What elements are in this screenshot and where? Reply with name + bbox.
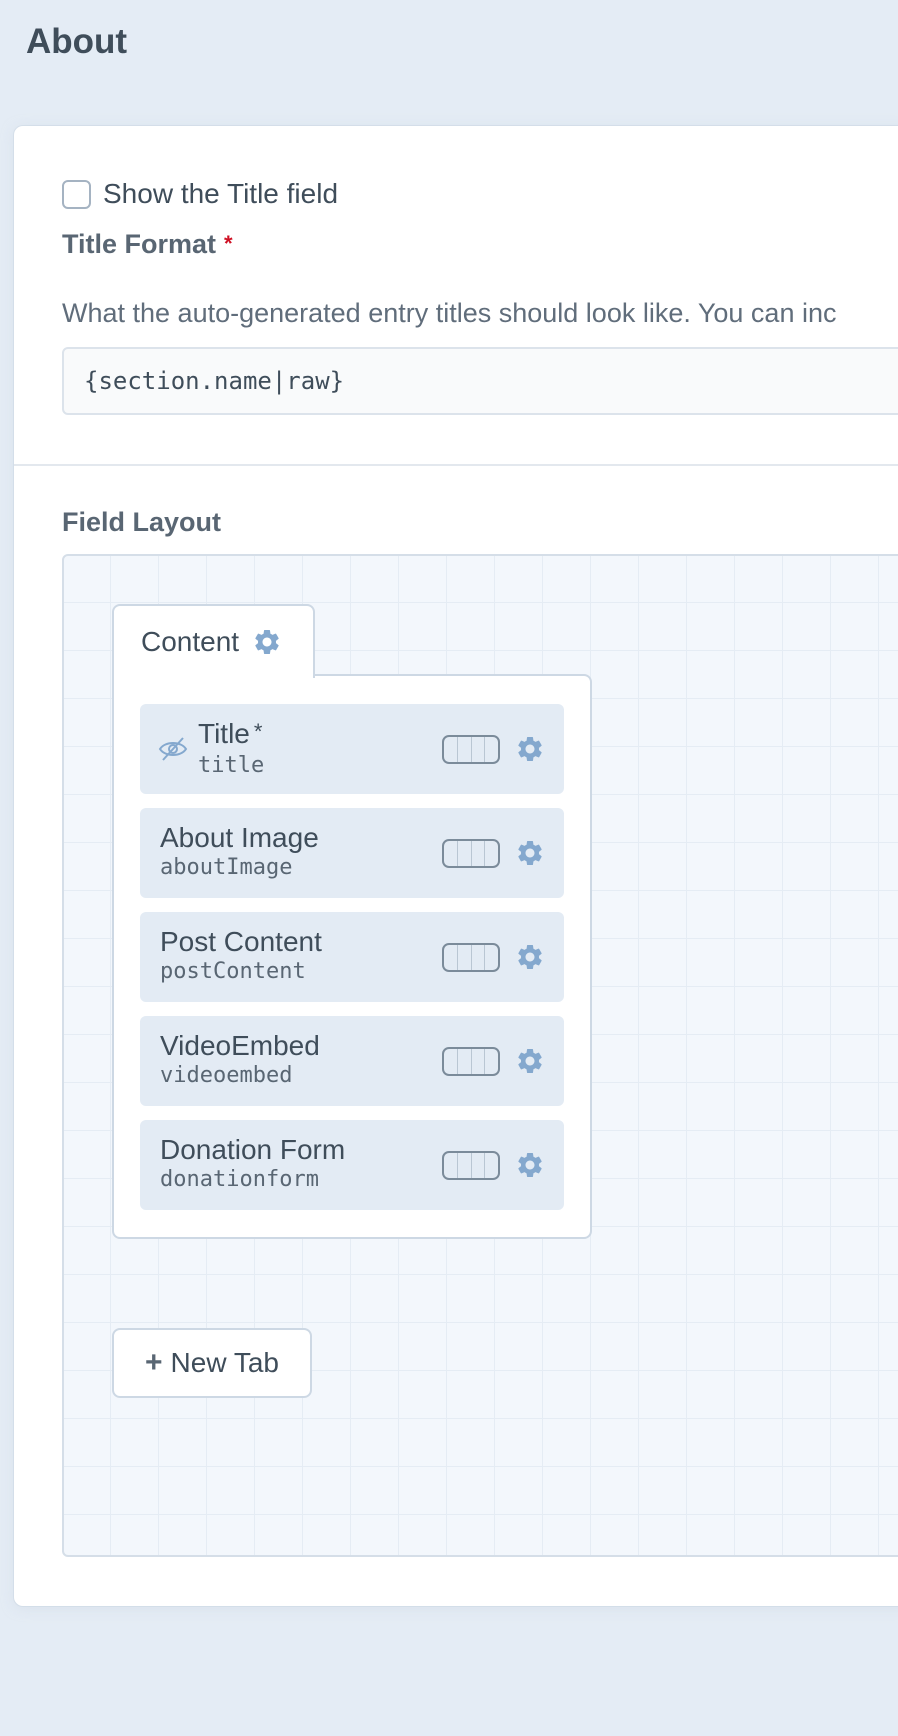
title-format-instructions: What the auto-generated entry titles sho…	[62, 298, 837, 328]
field-element-about-image[interactable]: About Image aboutImage	[140, 808, 564, 898]
gear-icon[interactable]	[515, 734, 545, 764]
field-layout-designer[interactable]: Content Title * title About Image aboutI…	[62, 554, 898, 1557]
plus-icon: +	[145, 1346, 163, 1379]
show-title-field-row[interactable]: Show the Title field	[62, 178, 338, 210]
field-element-title[interactable]: Title * title	[140, 704, 564, 794]
field-name: Post Content	[160, 926, 322, 957]
field-width-icon[interactable]	[442, 943, 500, 972]
field-layout-heading: Field Layout	[62, 507, 222, 537]
gear-icon[interactable]	[252, 627, 282, 657]
field-handle: title	[198, 753, 265, 778]
tab-content-body: Title * title About Image aboutImage Pos…	[112, 674, 592, 1239]
gear-icon[interactable]	[515, 1046, 545, 1076]
tab-content-label: Content	[141, 626, 240, 657]
eye-slash-icon	[158, 736, 188, 762]
field-element-donation-form[interactable]: Donation Form donationform	[140, 1120, 564, 1210]
field-element-videoembed[interactable]: VideoEmbed videoembed	[140, 1016, 564, 1106]
title-format-input[interactable]: {section.name|raw}	[62, 347, 898, 415]
settings-card: Show the Title field Title Format * What …	[14, 126, 898, 1606]
field-handle: aboutImage	[160, 855, 293, 880]
gear-icon[interactable]	[515, 942, 545, 972]
field-width-icon[interactable]	[442, 839, 500, 868]
field-handle: videoembed	[160, 1063, 293, 1088]
section-divider	[14, 464, 898, 466]
show-title-field-label[interactable]: Show the Title field	[103, 178, 338, 210]
tab-content[interactable]: Content	[112, 604, 315, 678]
field-width-icon[interactable]	[442, 735, 500, 764]
field-name: About Image	[160, 822, 319, 853]
field-name: Title *	[198, 718, 263, 749]
field-handle: donationform	[160, 1167, 319, 1192]
title-format-label: Title Format	[62, 229, 217, 259]
required-indicator: *	[224, 231, 233, 256]
required-indicator: *	[253, 719, 263, 744]
field-width-icon[interactable]	[442, 1047, 500, 1076]
show-title-field-checkbox[interactable]	[62, 179, 91, 209]
field-handle: postContent	[160, 959, 306, 984]
gear-icon[interactable]	[515, 1150, 545, 1180]
field-element-post-content[interactable]: Post Content postContent	[140, 912, 564, 1002]
page-title: About	[26, 22, 128, 61]
new-tab-label: New Tab	[170, 1347, 279, 1378]
field-width-icon[interactable]	[442, 1151, 500, 1180]
field-name: Donation Form	[160, 1134, 346, 1165]
gear-icon[interactable]	[515, 838, 545, 868]
title-format-heading: Title Format *	[62, 229, 233, 260]
field-name: VideoEmbed	[160, 1030, 320, 1061]
new-tab-button[interactable]: + New Tab	[112, 1328, 312, 1398]
